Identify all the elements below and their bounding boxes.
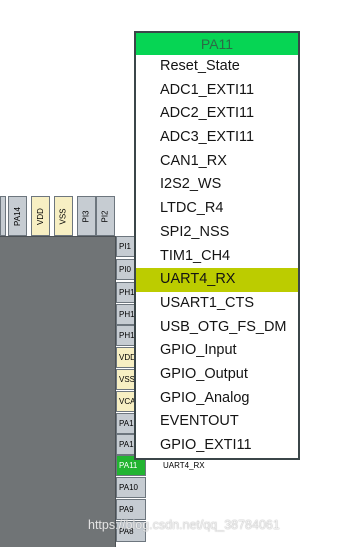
top-pin-partial [0,196,6,236]
top-pin[interactable]: PI3 [77,196,96,236]
pin-function-menu: PA11 Reset_State ADC1_EXTI11 ADC2_EXTI11… [134,31,300,460]
menu-title: PA11 [136,33,298,55]
watermark: https://blog.csdn.net/qq_38784061 [88,518,280,532]
top-pin[interactable]: PA14 [8,196,27,236]
menu-item[interactable]: CAN1_RX [136,150,298,174]
menu-item[interactable]: GPIO_Input [136,339,298,363]
top-pin[interactable]: PI2 [96,196,115,236]
top-pin-label: PA14 [13,206,23,226]
top-pin-label: VDD [35,207,45,225]
menu-item[interactable]: ADC3_EXTI11 [136,126,298,150]
menu-item[interactable]: USB_OTG_FS_DM [136,316,298,340]
pin-signal-label: UART4_RX [163,461,205,470]
menu-item[interactable]: USART1_CTS [136,292,298,316]
menu-item[interactable]: TIM1_CH4 [136,245,298,269]
menu-item[interactable]: GPIO_EXTI11 [136,434,298,458]
side-pin[interactable]: PA9 [116,499,146,520]
menu-item[interactable]: GPIO_Output [136,363,298,387]
menu-item[interactable]: LTDC_R4 [136,197,298,221]
menu-item[interactable]: Reset_State [136,55,298,79]
menu-item[interactable]: ADC1_EXTI11 [136,79,298,103]
menu-item[interactable]: SPI2_NSS [136,221,298,245]
menu-item[interactable]: I2S2_WS [136,173,298,197]
menu-item-selected[interactable]: UART4_RX [136,268,298,292]
top-pin-label: PI2 [100,209,110,223]
menu-item[interactable]: GPIO_Analog [136,387,298,411]
top-pin-label: PI3 [81,209,91,223]
menu-item[interactable]: ADC2_EXTI11 [136,102,298,126]
chip-body [0,236,116,547]
menu-item[interactable]: EVENTOUT [136,410,298,434]
top-pin[interactable]: VSS [54,196,73,236]
top-pin[interactable]: VDD [31,196,50,236]
top-pin-label: VSS [58,207,68,225]
side-pin[interactable]: PA10 [116,477,146,498]
